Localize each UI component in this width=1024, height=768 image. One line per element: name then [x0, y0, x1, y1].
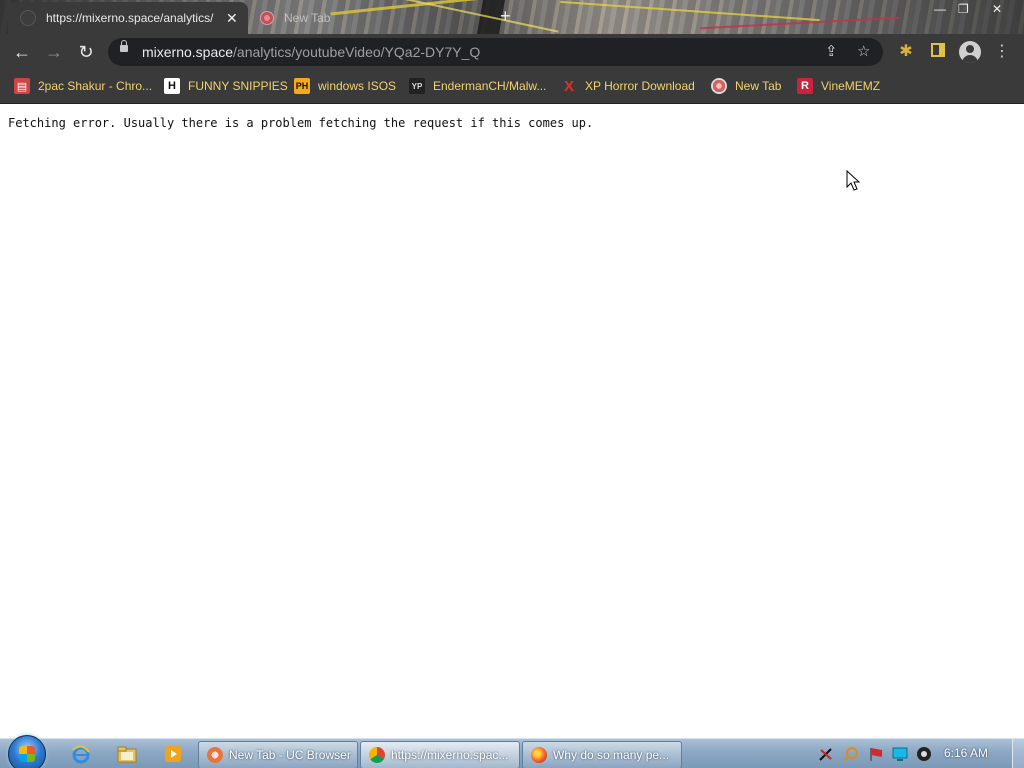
media-player-icon[interactable] — [156, 742, 190, 766]
h-logo-icon: H — [164, 78, 180, 94]
file-explorer-icon[interactable] — [110, 742, 144, 766]
new-tab-favicon-icon — [711, 78, 727, 94]
extensions-puzzle-icon[interactable]: ✱ — [896, 42, 916, 62]
menu-kebab-icon[interactable]: ⋮ — [992, 42, 1012, 62]
taskbar-chrome[interactable]: https://mixerno.spac... — [360, 741, 520, 768]
lock-icon[interactable] — [120, 40, 128, 52]
search-tray-icon[interactable] — [843, 746, 859, 762]
bookmark-label: EndermanCH/Malw... — [433, 79, 547, 93]
bookmark-label: New Tab — [735, 79, 782, 93]
share-icon[interactable]: ⇪ — [825, 42, 838, 60]
clock[interactable]: 6:16 AM — [944, 746, 988, 760]
taskbar-label: New Tab - UC Browser — [229, 748, 351, 762]
page-favicon-icon — [20, 10, 36, 26]
close-tab-icon[interactable]: ✕ — [226, 10, 238, 27]
forward-icon[interactable]: → — [44, 42, 64, 62]
bookmark-label: windows ISOS — [318, 79, 397, 93]
wallpaper-scribble — [560, 0, 820, 22]
bookmark-label: VineMEMZ — [821, 79, 881, 93]
internet-explorer-icon[interactable] — [64, 742, 98, 766]
taskbar: New Tab - UC Browser https://mixerno.spa… — [0, 735, 1024, 768]
new-tab-button[interactable]: + — [500, 6, 511, 26]
reload-icon[interactable]: ↻ — [76, 42, 96, 62]
taskbar-firefox[interactable]: Why do so many pe... — [522, 741, 682, 768]
bookmark-favicon-2pac-icon: ▤ — [14, 78, 30, 94]
chrome-icon — [369, 747, 385, 763]
bookmark-new-tab[interactable]: New Tab — [711, 76, 781, 96]
speaker-tray-icon[interactable] — [916, 746, 932, 762]
bookmark-vinememz[interactable]: R VineMEMZ — [797, 76, 880, 96]
taskbar-uc-browser[interactable]: New Tab - UC Browser — [198, 741, 358, 768]
side-panel-icon[interactable] — [928, 42, 948, 62]
bookmark-label: FUNNY SNIPPIES — [188, 79, 288, 93]
tab-title: New Tab — [284, 11, 331, 25]
browser-toolbar: ← → ↻ mixerno.space/analytics/youtubeVid… — [0, 34, 1024, 70]
pen-tool-tray-icon[interactable] — [818, 746, 834, 762]
bookmark-2pac[interactable]: ▤ 2pac Shakur - Chro... — [14, 76, 152, 96]
flag-tray-icon[interactable] — [868, 746, 884, 762]
close-window-icon[interactable]: ✕ — [992, 2, 1002, 16]
uc-browser-icon — [207, 747, 223, 763]
restore-icon[interactable]: ❐ — [958, 2, 969, 16]
error-message: Fetching error. Usually there is a probl… — [8, 116, 594, 130]
bookmarks-bar: ▤ 2pac Shakur - Chro... H FUNNY SNIPPIES… — [0, 70, 1024, 104]
monitor-tray-icon[interactable] — [892, 746, 908, 762]
minimize-icon[interactable]: — — [934, 2, 946, 16]
taskbar-label: https://mixerno.spac... — [391, 748, 509, 762]
bookmark-xp-horror[interactable]: X XP Horror Download — [561, 76, 695, 96]
r-logo-icon: R — [797, 78, 813, 94]
new-tab-favicon-icon — [260, 11, 274, 25]
tab-new-tab[interactable]: New Tab — [252, 4, 472, 32]
address-url[interactable]: mixerno.space/analytics/youtubeVideo/YQa… — [142, 44, 480, 60]
mouse-pointer-icon — [846, 170, 861, 191]
x-logo-icon: X — [563, 77, 574, 95]
ph-logo-icon: PH — [294, 78, 310, 94]
address-bar[interactable]: mixerno.space/analytics/youtubeVideo/YQa… — [108, 38, 883, 66]
tab-strip: https://mixerno.space/analytics/ ✕ New T… — [0, 0, 1024, 34]
bookmark-star-icon[interactable]: ☆ — [857, 42, 870, 60]
yp-logo-icon: YP — [409, 78, 425, 94]
bookmark-label: 2pac Shakur - Chro... — [38, 79, 153, 93]
bookmark-label: XP Horror Download — [585, 79, 695, 93]
tab-title: https://mixerno.space/analytics/ — [46, 11, 214, 25]
bookmark-windows-isos[interactable]: PH windows ISOS — [294, 76, 396, 96]
firefox-icon — [531, 747, 547, 763]
bookmark-funny-snippies[interactable]: H FUNNY SNIPPIES — [164, 76, 288, 96]
start-button[interactable] — [8, 735, 46, 768]
show-desktop-button[interactable] — [1012, 739, 1024, 768]
bookmark-endermanch[interactable]: YP EndermanCH/Malw... — [409, 76, 546, 96]
profile-avatar-icon[interactable] — [959, 41, 981, 63]
taskbar-label: Why do so many pe... — [553, 748, 670, 762]
tab-mixerno[interactable]: https://mixerno.space/analytics/ ✕ — [8, 2, 248, 34]
back-icon[interactable]: ← — [12, 42, 32, 62]
